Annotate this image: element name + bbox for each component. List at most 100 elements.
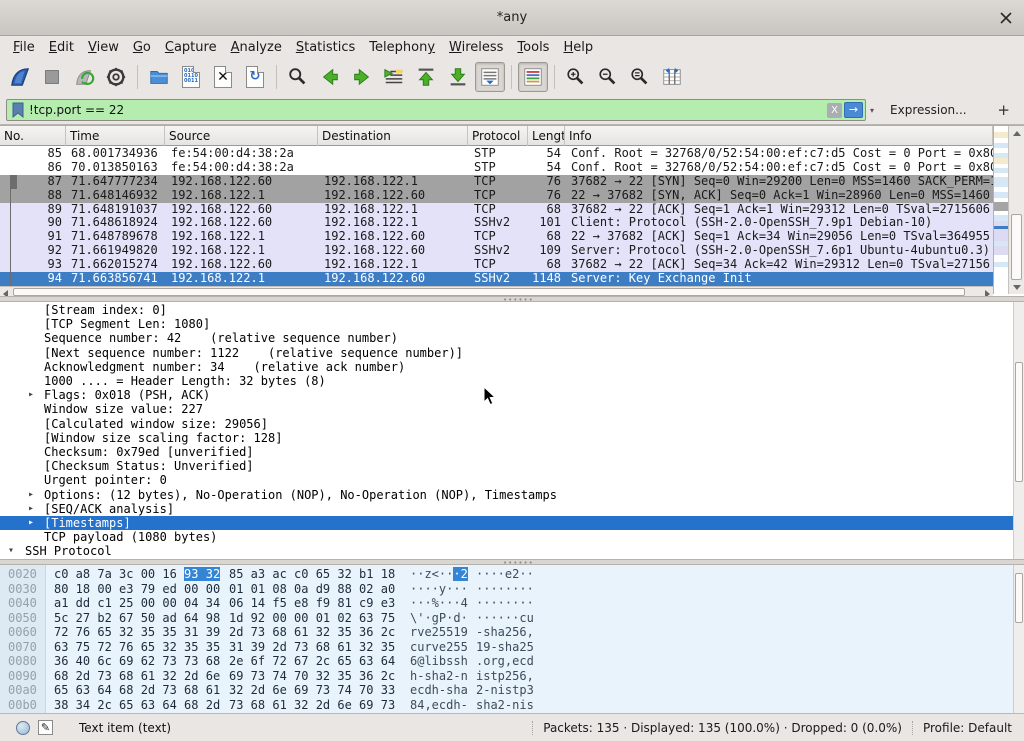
close-icon[interactable] [998,10,1014,26]
capture-options-button[interactable] [101,62,131,92]
detail-line[interactable]: [Next sequence number: 1122 (relative se… [0,346,1013,360]
detail-line[interactable]: Urgent pointer: 0 [0,473,1013,487]
start-capture-button[interactable] [5,62,35,92]
menu-tools[interactable]: Tools [510,38,556,57]
detail-line[interactable]: Acknowledgment number: 34 (relative ack … [0,360,1013,374]
scroll-up-icon[interactable] [1013,131,1021,136]
menu-go[interactable]: Go [126,38,158,57]
detail-line[interactable]: ▸Options: (12 bytes), No-Operation (NOP)… [0,488,1013,502]
hex-row[interactable]: 00a065 63 64 68 2d 73 68 6132 2d 6e 69 7… [0,683,1013,698]
detail-line[interactable]: Sequence number: 42 (relative sequence n… [0,331,1013,345]
reload-file-button[interactable]: ↻ [240,62,270,92]
packet-row[interactable]: 9271.661949820192.168.122.1192.168.122.6… [0,244,993,258]
close-capture-file-button[interactable]: ✕ [208,62,238,92]
menu-capture[interactable]: Capture [158,38,224,57]
apply-filter-icon[interactable]: → [844,102,863,118]
packet-row[interactable]: 9171.648789678192.168.122.1192.168.122.6… [0,230,993,244]
profile-label[interactable]: Profile: Default [912,721,1022,735]
expander-closed-icon[interactable]: ▸ [28,388,34,402]
resize-columns-button[interactable] [657,62,687,92]
go-to-packet-button[interactable] [379,62,409,92]
detail-line[interactable]: ▾SSH Protocol [0,544,1013,558]
stop-capture-button[interactable] [37,62,67,92]
filter-history-caret-icon[interactable]: ▾ [866,106,878,115]
capture-comment-icon[interactable]: ✎ [38,720,53,735]
packet-row[interactable]: 8568.001734936fe:54:00:d4:38:2aSTP54Conf… [0,147,993,161]
menu-statistics[interactable]: Statistics [289,38,362,57]
hex-row[interactable]: 009068 2d 73 68 61 32 2d 6e69 73 74 70 3… [0,669,1013,684]
expert-info-icon[interactable] [16,721,30,735]
hex-row[interactable]: 006072 76 65 32 35 35 31 392d 73 68 61 3… [0,625,1013,640]
menu-help[interactable]: Help [556,38,600,57]
clear-filter-icon[interactable]: X [827,103,842,118]
detail-line[interactable]: [Calculated window size: 29056] [0,417,1013,431]
go-last-packet-button[interactable] [443,62,473,92]
menu-analyze[interactable]: Analyze [224,38,289,57]
restart-capture-button[interactable] [69,62,99,92]
menu-view[interactable]: View [81,38,126,57]
column-header-info[interactable]: Info [565,126,993,146]
bookmark-icon[interactable] [11,102,25,118]
hex-row[interactable]: 008036 40 6c 69 62 73 73 682e 6f 72 67 2… [0,654,1013,669]
hex-vscroll-thumb[interactable] [1015,573,1023,623]
packet-row[interactable]: 9071.648618924192.168.122.60192.168.122.… [0,216,993,230]
go-first-packet-button[interactable] [411,62,441,92]
hex-row[interactable]: 003080 18 00 e3 79 ed 00 0001 01 08 0a d… [0,582,1013,597]
zoom-in-button[interactable] [561,62,591,92]
go-back-button[interactable] [315,62,345,92]
expander-closed-icon[interactable]: ▸ [28,502,34,516]
colorize-packets-button[interactable] [518,62,548,92]
zoom-reset-button[interactable] [625,62,655,92]
zoom-out-button[interactable] [593,62,623,92]
expander-closed-icon[interactable]: ▸ [28,516,34,530]
packet-row[interactable]: 9471.663856741192.168.122.1192.168.122.6… [0,272,993,286]
packet-row[interactable]: 9371.662015274192.168.122.60192.168.122.… [0,258,993,272]
display-filter-input[interactable]: !tcp.port == 22 X → [6,99,866,121]
hex-vscrollbar[interactable] [1013,565,1024,713]
packet-row[interactable]: 8670.013850163fe:54:00:d4:38:2aSTP54Conf… [0,161,993,175]
vscroll-thumb[interactable] [1011,214,1022,280]
detail-line[interactable]: [Window size scaling factor: 128] [0,431,1013,445]
expression-button[interactable]: Expression... [890,103,967,117]
column-header-time[interactable]: Time [66,126,165,146]
packet-list-minimap[interactable] [993,126,1008,294]
menu-telephony[interactable]: Telephony [362,38,442,57]
packet-row[interactable]: 8771.647777234192.168.122.60192.168.122.… [0,175,993,189]
detail-line[interactable]: TCP payload (1080 bytes) [0,530,1013,544]
column-header-source[interactable]: Source [165,126,318,146]
packet-row[interactable]: 8971.648191037192.168.122.60192.168.122.… [0,203,993,217]
detail-line[interactable]: ▸[Timestamps] [0,516,1013,530]
column-header-destination[interactable]: Destination [318,126,468,146]
hscroll-thumb[interactable] [13,288,965,296]
menu-edit[interactable]: Edit [42,38,81,57]
go-forward-button[interactable] [347,62,377,92]
packet-list-vscrollbar[interactable] [1008,126,1024,294]
menu-file[interactable]: File [6,38,42,57]
detail-line[interactable]: ▸Flags: 0x018 (PSH, ACK) [0,388,1013,402]
hex-row[interactable]: 007063 75 72 76 65 32 35 3531 39 2d 73 6… [0,640,1013,655]
detail-line[interactable]: Checksum: 0x79ed [unverified] [0,445,1013,459]
save-capture-file-button[interactable]: 010101100011 [176,62,206,92]
detail-line[interactable]: Window size value: 227 [0,402,1013,416]
find-packet-button[interactable] [283,62,313,92]
hex-row[interactable]: 00b038 34 2c 65 63 64 68 2d73 68 61 32 2… [0,698,1013,713]
detail-line[interactable]: 1000 .... = Header Length: 32 bytes (8) [0,374,1013,388]
menu-wireless[interactable]: Wireless [442,38,510,57]
detail-line[interactable]: [TCP Segment Len: 1080] [0,317,1013,331]
hex-row[interactable]: 00505c 27 b2 67 50 ad 64 981d 92 00 00 0… [0,611,1013,626]
open-capture-file-button[interactable] [144,62,174,92]
column-header-protocol[interactable]: Protocol [468,126,528,146]
details-vscroll-thumb[interactable] [1015,362,1023,482]
detail-line[interactable]: [Checksum Status: Unverified] [0,459,1013,473]
expander-open-icon[interactable]: ▾ [8,544,14,558]
expander-closed-icon[interactable]: ▸ [28,488,34,502]
scroll-down-icon[interactable] [1013,285,1021,290]
column-header-no[interactable]: No. [0,126,66,146]
packet-row[interactable]: 8871.648146932192.168.122.1192.168.122.6… [0,189,993,203]
details-vscrollbar[interactable] [1013,302,1024,559]
detail-line[interactable]: ▸[SEQ/ACK analysis] [0,502,1013,516]
hex-row[interactable]: 0020c0 a8 7a 3c 00 16 93 3285 a3 ac c0 6… [0,567,1013,582]
add-filter-button[interactable]: + [997,101,1010,119]
auto-scroll-button[interactable] [475,62,505,92]
column-header-length[interactable]: Length [528,126,565,146]
